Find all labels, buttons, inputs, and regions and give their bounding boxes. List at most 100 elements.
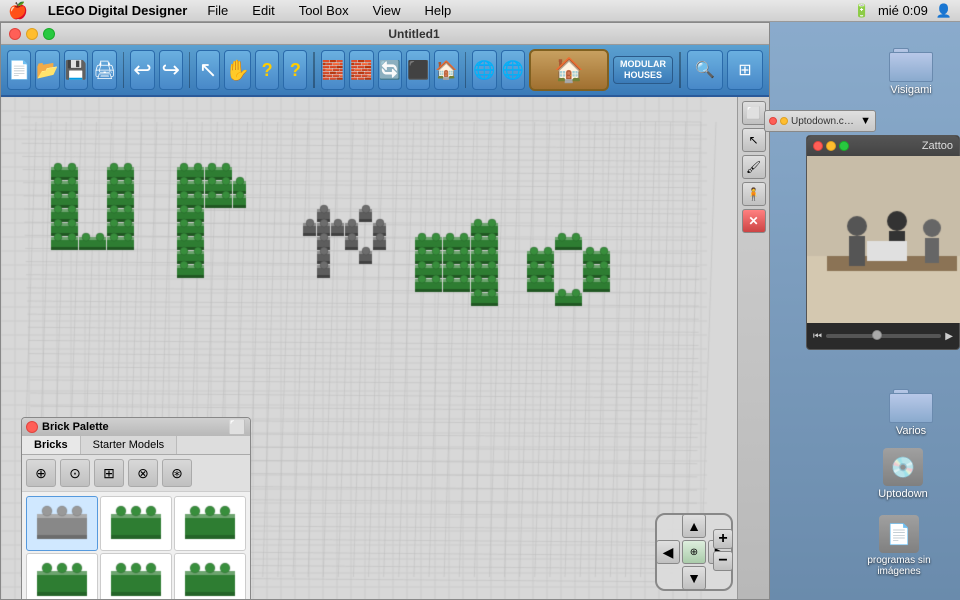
- palette-item-1[interactable]: [100, 496, 172, 551]
- rt-figure[interactable]: 🧍: [742, 182, 766, 206]
- zattoo-controls: ⏮ ▶: [807, 323, 959, 349]
- toolbar-brick3[interactable]: 🔄: [378, 50, 402, 90]
- rt-paint[interactable]: 🖌: [742, 155, 766, 179]
- window-title: Untitled1: [67, 27, 761, 41]
- browser-traffic-lights: [769, 117, 788, 125]
- menu-edit[interactable]: Edit: [248, 3, 278, 18]
- zattoo-slider[interactable]: [826, 334, 941, 338]
- toolbar-brick5[interactable]: 🏠: [434, 50, 458, 90]
- toolbar-right: 🏠 MODULAR HOUSES 🔍 ⊞: [529, 49, 763, 91]
- palette-icon-refresh[interactable]: ⊛: [162, 459, 192, 487]
- palette-item-2[interactable]: [174, 496, 246, 551]
- palette-item-0[interactable]: [26, 496, 98, 551]
- zattoo-zoom[interactable]: [839, 141, 849, 151]
- toolbar-help[interactable]: ?: [283, 50, 307, 90]
- toolbar-search[interactable]: 🔍: [687, 50, 723, 90]
- tab-bricks[interactable]: Bricks: [22, 436, 81, 454]
- browser-close[interactable]: [769, 117, 777, 125]
- nav-left[interactable]: ◀: [656, 540, 680, 564]
- menu-toolbox[interactable]: Tool Box: [295, 3, 353, 18]
- title-bar: Untitled1: [1, 23, 769, 45]
- nav-down[interactable]: ▼: [682, 566, 706, 590]
- toolbar-brick2[interactable]: 🧱: [349, 50, 373, 90]
- menubar: 🍎 LEGO Digital Designer File Edit Tool B…: [0, 0, 960, 22]
- palette-title-bar: Brick Palette ⬜: [22, 418, 250, 436]
- toolbar-grid[interactable]: ⊞: [727, 50, 763, 90]
- canvas-area[interactable]: ⬜ ↖ 🖌 🧍 ✕ ▲ ◀ ⊕ ▶ ▼ + −: [1, 97, 769, 599]
- zattoo-video: [807, 156, 960, 323]
- toolbar-arrow[interactable]: ↖: [196, 50, 220, 90]
- app-window: Untitled1 📄 📂 💾 🖨 ↩ ↪ ↖ ✋ ? ? 🧱 🧱 🔄 ⬛ 🏠 …: [0, 22, 770, 600]
- browser-window: Uptodown.co... ▼: [764, 110, 876, 132]
- zoom-in[interactable]: +: [713, 529, 733, 549]
- menu-file[interactable]: File: [203, 3, 232, 18]
- toolbar-sep-5: [679, 52, 681, 88]
- nav-center[interactable]: ⊕: [682, 540, 706, 564]
- toolbar-undo[interactable]: ↩: [130, 50, 154, 90]
- rt-delete[interactable]: ✕: [742, 209, 766, 233]
- palette-tabs: Bricks Starter Models: [22, 436, 250, 455]
- apple-menu[interactable]: 🍎: [8, 1, 28, 21]
- palette-item-5[interactable]: [174, 553, 246, 599]
- palette-icon-circle[interactable]: ⊙: [60, 459, 90, 487]
- toolbar-sep-3: [313, 52, 314, 88]
- palette-close[interactable]: [26, 421, 38, 433]
- toolbar-hand[interactable]: ✋: [224, 50, 251, 90]
- toolbar-sep-1: [123, 52, 124, 88]
- zattoo-window: Zattoo ⏮ ▶: [806, 135, 960, 350]
- browser-expand[interactable]: ▼: [860, 115, 871, 127]
- palette-maximize[interactable]: ⬜: [229, 419, 246, 436]
- zattoo-play[interactable]: ▶: [945, 331, 953, 342]
- tab-starter-models[interactable]: Starter Models: [81, 436, 178, 454]
- palette-icon-color[interactable]: ⊗: [128, 459, 158, 487]
- right-toolbar: ⬜ ↖ 🖌 🧍 ✕: [737, 97, 769, 599]
- toolbar-print[interactable]: 🖨: [92, 50, 117, 90]
- palette-icon-add[interactable]: ⊕: [26, 459, 56, 487]
- desktop-icon-varios[interactable]: Varios: [876, 385, 946, 437]
- toolbar-globe2[interactable]: 🌐: [501, 50, 525, 90]
- browser-url: Uptodown.co...: [791, 116, 857, 127]
- palette-item-3[interactable]: [26, 553, 98, 599]
- palette-grid: [22, 492, 250, 599]
- toolbar-new[interactable]: 📄: [7, 50, 31, 90]
- palette-icon-bar: ⊕ ⊙ ⊞ ⊗ ⊛: [22, 455, 250, 492]
- zoom-out[interactable]: −: [713, 551, 733, 571]
- app-toolbar: 📄 📂 💾 🖨 ↩ ↪ ↖ ✋ ? ? 🧱 🧱 🔄 ⬛ 🏠 🌐 🌐 🏠 MODU…: [1, 45, 769, 97]
- menu-clock: 🔋 mié 0:09 👤: [854, 3, 952, 19]
- modular-badge: MODULAR HOUSES: [613, 56, 673, 84]
- zattoo-title-label: Zattoo: [922, 140, 953, 152]
- menu-view[interactable]: View: [369, 3, 405, 18]
- brick-palette: Brick Palette ⬜ Bricks Starter Models ⊕ …: [21, 417, 251, 599]
- palette-icon-grid[interactable]: ⊞: [94, 459, 124, 487]
- nav-up[interactable]: ▲: [682, 514, 706, 538]
- rt-maximize[interactable]: ⬜: [742, 101, 766, 125]
- toolbar-sep-4: [465, 52, 466, 88]
- toolbar-brick1[interactable]: 🧱: [321, 50, 345, 90]
- toolbar-brick4[interactable]: ⬛: [406, 50, 430, 90]
- app-name: LEGO Digital Designer: [48, 3, 187, 18]
- zattoo-traffic-lights: [813, 141, 849, 151]
- minimize-button[interactable]: [26, 28, 38, 40]
- desktop-icon-programas[interactable]: 📄 programas sinimágenes: [864, 515, 934, 577]
- browser-minimize[interactable]: [780, 117, 788, 125]
- traffic-lights: [9, 28, 55, 40]
- zattoo-prev[interactable]: ⏮: [813, 331, 822, 342]
- palette-title: Brick Palette: [42, 421, 109, 433]
- zattoo-close[interactable]: [813, 141, 823, 151]
- rt-select[interactable]: ↖: [742, 128, 766, 152]
- palette-item-4[interactable]: [100, 553, 172, 599]
- toolbar-redo[interactable]: ↪: [159, 50, 183, 90]
- toolbar-sep-2: [189, 52, 190, 88]
- toolbar-globe1[interactable]: 🌐: [472, 50, 496, 90]
- menu-help[interactable]: Help: [421, 3, 456, 18]
- close-button[interactable]: [9, 28, 21, 40]
- zattoo-minimize[interactable]: [826, 141, 836, 151]
- desktop-icon-uptodown[interactable]: 💿 Uptodown: [868, 448, 938, 500]
- toolbar-save[interactable]: 💾: [64, 50, 88, 90]
- zattoo-video-canvas: [807, 156, 960, 323]
- toolbar-open[interactable]: 📂: [35, 50, 59, 90]
- zoom-button[interactable]: [43, 28, 55, 40]
- desktop-icon-visigami[interactable]: Visigami: [876, 44, 946, 96]
- zattoo-title-bar: Zattoo: [807, 136, 959, 156]
- toolbar-info[interactable]: ?: [255, 50, 279, 90]
